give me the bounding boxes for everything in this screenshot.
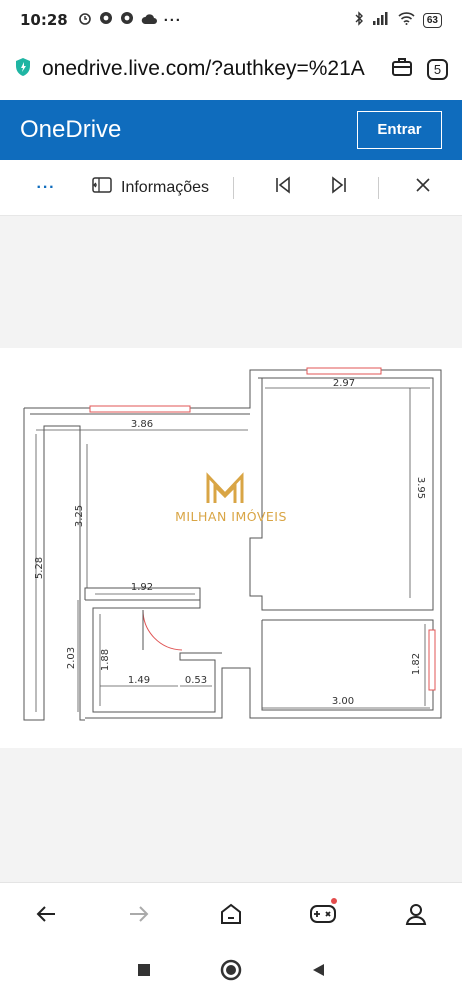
watermark-text: MILHAN IMÓVEIS [175, 509, 287, 524]
browser-bottom-nav [0, 882, 462, 944]
circle-home-icon[interactable] [220, 959, 242, 986]
wall-outer [24, 369, 442, 719]
status-icons-right: 63 [354, 11, 442, 29]
wall-right-room [249, 377, 434, 611]
toolbar-divider [378, 176, 380, 199]
dim-bath-inner-width: 1.49 [128, 675, 150, 686]
next-icon[interactable] [330, 176, 348, 199]
signal-icon [372, 12, 390, 28]
onedrive-header: OneDrive Entrar [0, 100, 462, 160]
tab-count-button[interactable]: 5 [427, 58, 448, 80]
profile-icon[interactable] [396, 894, 436, 934]
back-arrow-icon[interactable] [26, 894, 66, 934]
dim-bottom-right-width: 3.00 [332, 696, 354, 707]
info-panel-icon [92, 177, 112, 198]
game-icon[interactable] [303, 894, 343, 934]
status-icons-left: ··· [78, 11, 182, 29]
toolbar-divider [233, 176, 235, 199]
dim-right-small-height: 1.82 [411, 653, 422, 675]
viewer-toolbar: ··· Informações [0, 160, 462, 216]
notification-dot [331, 897, 338, 904]
status-time: 10:28 [20, 11, 68, 29]
dim-total-height: 5.28 [34, 557, 45, 579]
triangle-back-icon[interactable] [310, 962, 326, 983]
previous-icon[interactable] [274, 176, 292, 199]
more-dots-icon: ··· [163, 11, 182, 29]
dim-bath-height: 1.88 [100, 649, 111, 671]
cloud-icon [141, 12, 157, 29]
dim-left-height: 3.25 [74, 505, 85, 527]
dim-top-right: 2.97 [333, 378, 355, 389]
url-text[interactable]: onedrive.live.com/?authkey=%21A [42, 57, 382, 81]
more-options-button[interactable]: ··· [0, 179, 92, 197]
chrome-icon [99, 11, 113, 29]
document-viewer[interactable]: 3.86 2.97 3.25 3.95 5.28 1.92 2.03 1.88 … [0, 216, 462, 882]
browser-url-bar[interactable]: onedrive.live.com/?authkey=%21A 5 [0, 40, 462, 98]
milhan-logo-icon [206, 472, 244, 503]
wifi-icon [398, 12, 415, 28]
secure-shield-icon[interactable] [14, 57, 32, 82]
briefcase-icon[interactable] [391, 57, 413, 82]
close-icon[interactable] [415, 177, 431, 198]
home-icon[interactable] [211, 894, 251, 934]
dim-lower-left-height: 2.03 [66, 647, 77, 669]
info-label: Informações [121, 178, 210, 196]
status-bar: 10:28 ··· 63 [0, 0, 462, 40]
system-nav-bar [0, 944, 462, 1000]
chrome-icon [120, 11, 134, 29]
dim-top-left: 3.86 [131, 419, 153, 430]
alarm-icon [78, 11, 92, 29]
signin-button[interactable]: Entrar [357, 111, 442, 149]
dim-small-width: 0.53 [185, 675, 207, 686]
dim-bath-width: 1.92 [131, 582, 153, 593]
square-recent-icon[interactable] [136, 962, 152, 983]
bluetooth-icon [354, 11, 364, 29]
forward-arrow-icon[interactable] [119, 894, 159, 934]
onedrive-logo[interactable]: OneDrive [20, 116, 121, 144]
url-actions: 5 [391, 57, 448, 82]
floorplan-image: 3.86 2.97 3.25 3.95 5.28 1.92 2.03 1.88 … [0, 348, 462, 748]
info-button[interactable]: Informações [92, 177, 209, 198]
battery-indicator: 63 [422, 12, 442, 28]
dim-right-height: 3.95 [415, 477, 426, 499]
